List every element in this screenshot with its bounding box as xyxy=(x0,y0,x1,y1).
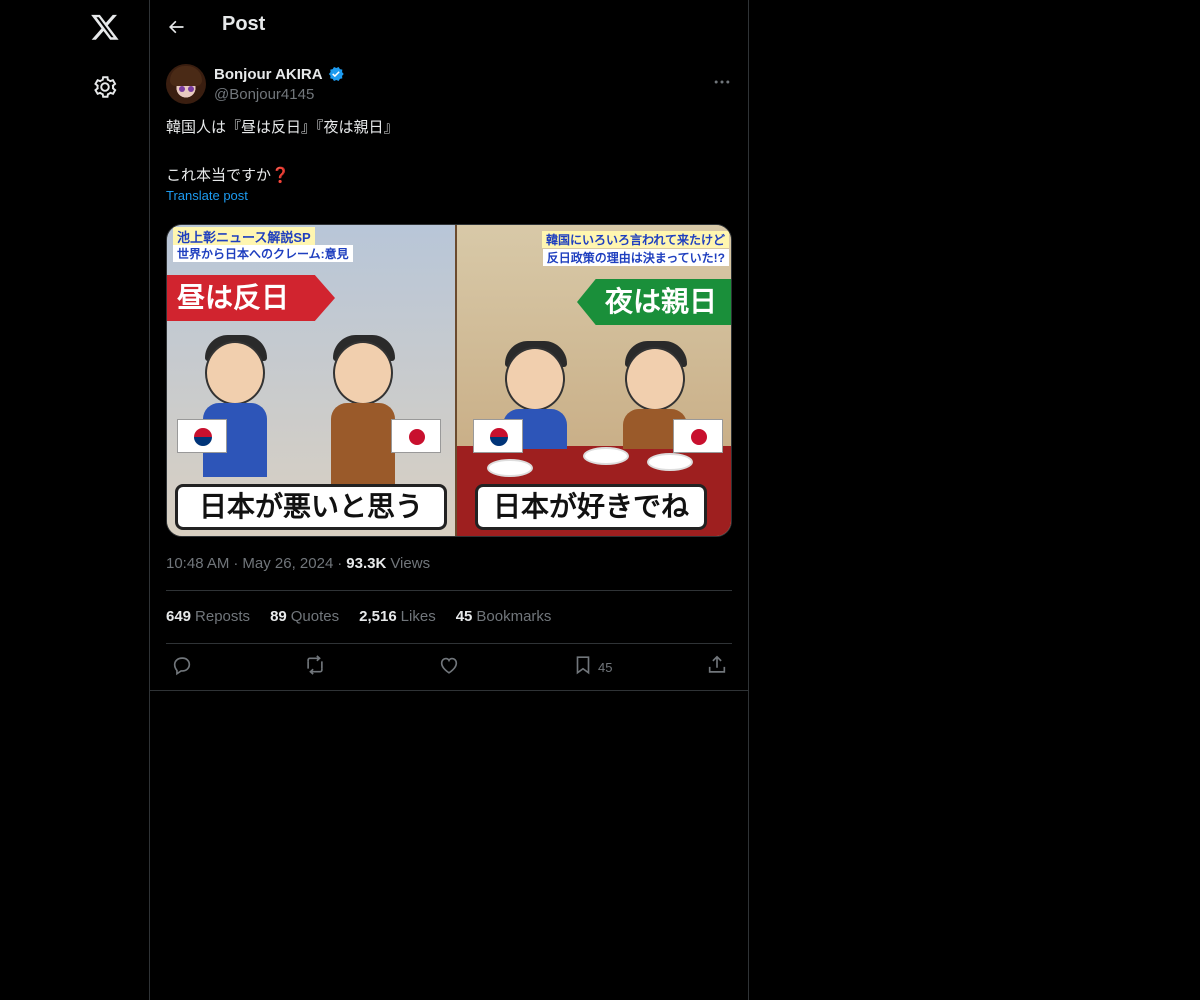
bookmarks-count: 45 xyxy=(455,608,473,625)
post-meta: 10:48 AM · May 26, 2024 · 93.3K Views xyxy=(166,555,430,572)
likes-label: Likes xyxy=(400,608,436,625)
divider xyxy=(150,690,749,691)
caption-right: 日本が好きでね xyxy=(475,484,707,530)
bookmarks-stat[interactable]: 45 Bookmarks xyxy=(456,608,552,625)
post-text: 韓国人は『昼は反日』『夜は親日』 これ本当ですか❓ xyxy=(150,116,748,188)
tv-title: 池上彰ニュース解説SP xyxy=(173,227,315,246)
reposts-stat[interactable]: 649 Reposts xyxy=(166,608,250,625)
likes-count: 2,516 xyxy=(359,608,397,625)
quotes-label: Quotes xyxy=(290,608,340,625)
caption-left: 日本が悪いと思う xyxy=(175,484,447,530)
post-column: Post Bonjour AKIRA @Bonjour4145 韓国人は『昼は反… xyxy=(150,0,749,1000)
meta-separator: · xyxy=(337,555,343,572)
share-icon[interactable] xyxy=(706,654,728,676)
engagement-stats: 649 Reposts 89 Quotes 2,516 Likes 45 Bookmar… xyxy=(166,608,551,625)
meta-separator: · xyxy=(233,555,239,572)
tv-right-line-1: 韓国にいろいろ言われて来たけど xyxy=(541,231,729,248)
banner-left: 昼は反日 xyxy=(167,275,335,321)
repost-icon[interactable] xyxy=(304,654,326,676)
image-panel-left: 池上彰ニュース解説SP 世界から日本へのクレーム:意見 昼は反日 日本が悪いと思… xyxy=(167,225,455,536)
quotes-stat[interactable]: 89 Quotes xyxy=(270,608,339,625)
avatar[interactable] xyxy=(166,64,206,104)
more-icon[interactable] xyxy=(712,72,732,92)
views-label: Views xyxy=(390,555,431,572)
tv-right-line-2: 反日政策の理由は決まっていた!? xyxy=(542,249,729,266)
back-arrow-icon[interactable] xyxy=(166,17,186,37)
banner-right: 夜は親日 xyxy=(577,279,731,325)
quotes-count: 89 xyxy=(270,608,287,625)
tv-subtitle: 世界から日本へのクレーム:意見 xyxy=(173,245,353,262)
bookmark-count: 45 xyxy=(598,660,613,675)
page-title: Post xyxy=(222,13,266,35)
gear-icon[interactable] xyxy=(92,74,118,100)
verified-badge-icon[interactable] xyxy=(327,65,345,83)
author-name[interactable]: Bonjour AKIRA xyxy=(214,66,323,83)
post-author: Bonjour AKIRA @Bonjour4145 xyxy=(150,54,748,110)
reposts-count: 649 xyxy=(166,608,192,625)
heart-icon[interactable] xyxy=(438,654,460,676)
post-date[interactable]: May 26, 2024 xyxy=(242,555,333,572)
left-rail xyxy=(0,0,150,1000)
post-image[interactable]: 池上彰ニュース解説SP 世界から日本へのクレーム:意見 昼は反日 日本が悪いと思… xyxy=(166,224,732,537)
bookmark-icon[interactable] xyxy=(572,654,594,676)
post-text-line-2: これ本当ですか❓ xyxy=(166,167,290,184)
likes-stat[interactable]: 2,516 Likes xyxy=(359,608,436,625)
author-handle[interactable]: @Bonjour4145 xyxy=(214,86,314,103)
x-logo-icon[interactable] xyxy=(90,12,120,42)
post-text-line-1: 韓国人は『昼は反日』『夜は親日』 xyxy=(166,119,399,136)
divider xyxy=(166,590,732,591)
action-bar: 45 xyxy=(150,654,749,682)
image-panel-right: 韓国にいろいろ言われて来たけど 反日政策の理由は決まっていた!? 夜は親日 日本… xyxy=(457,225,731,536)
page-header: Post xyxy=(150,0,748,54)
post-time[interactable]: 10:48 AM xyxy=(166,555,229,572)
divider xyxy=(166,643,732,644)
bookmarks-label: Bookmarks xyxy=(476,608,552,625)
translate-link[interactable]: Translate post xyxy=(150,188,748,203)
reply-icon[interactable] xyxy=(171,654,193,676)
views-count: 93.3K xyxy=(346,555,387,572)
reposts-label: Reposts xyxy=(195,608,251,625)
